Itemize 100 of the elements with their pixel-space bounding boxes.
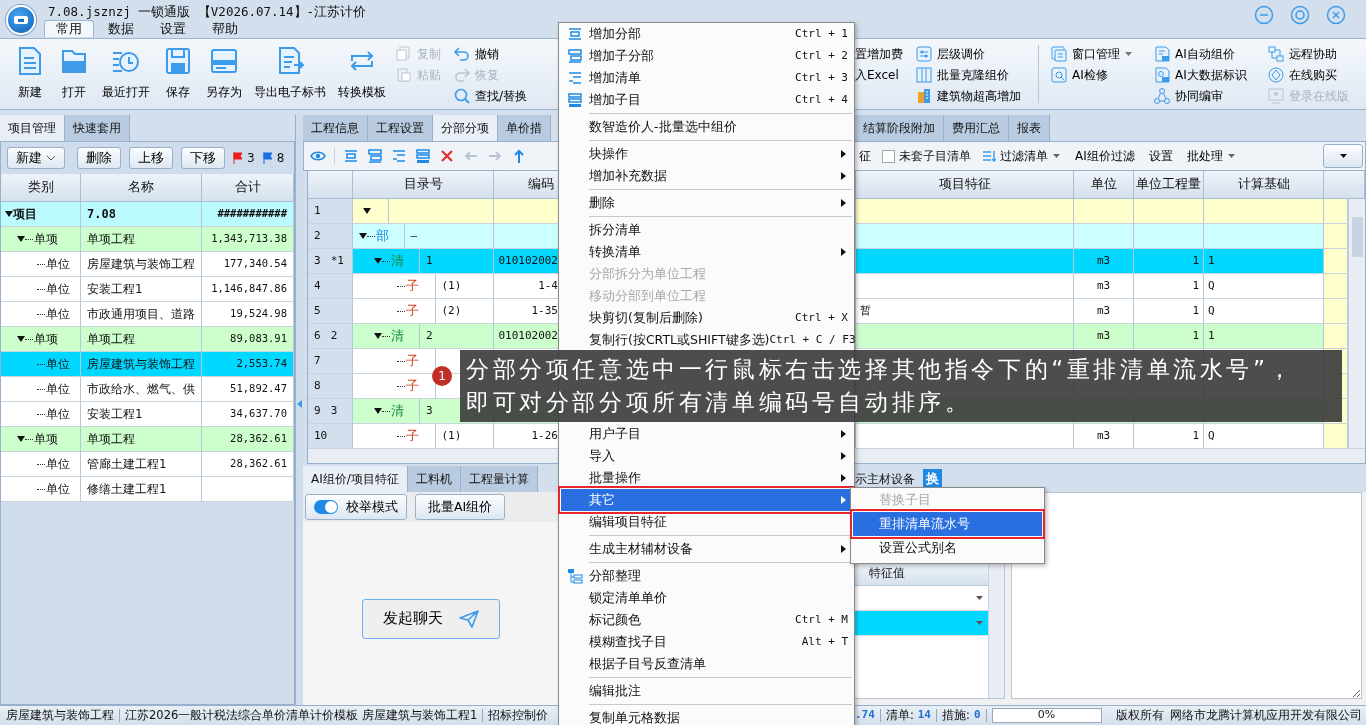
row-number: 9	[314, 402, 321, 419]
table-cell: 修缮土建工程1	[81, 477, 202, 502]
row-type-label: 子	[406, 351, 419, 370]
row-number: 8	[314, 377, 321, 394]
category-text: 单位	[46, 481, 70, 498]
table-cell: Q	[1204, 299, 1324, 324]
table-cell: 1,343,713.38	[202, 227, 294, 252]
column-header: 单位	[1074, 171, 1134, 199]
window-title: 7.08.jsznzj 一锁通版 【V2026.07.14】-江苏计价	[47, 3, 367, 20]
row-type-label: 子	[406, 276, 419, 295]
table-cell: 177,340.54	[202, 252, 294, 277]
row-sequence: *1	[330, 252, 344, 269]
table-cell: (2)	[435, 299, 494, 324]
column-header: 单位工程量	[1134, 171, 1204, 199]
table-cell: m3	[1074, 299, 1134, 324]
column-header: 编码	[494, 171, 559, 199]
row-number: 1	[314, 202, 321, 219]
table-cell: 1,146,847.86	[202, 277, 294, 302]
shortcut-text: Ctrl + 1	[795, 25, 849, 42]
table-cell: m3	[1074, 324, 1134, 349]
table-cell: 51,892.47	[202, 377, 294, 402]
table-cell: 房屋建筑与装饰工程	[81, 252, 202, 277]
category-text: 单位	[46, 456, 70, 473]
category-text: 单位	[46, 406, 70, 423]
category-text: 单位	[46, 306, 70, 323]
table-cell: 34,637.70	[202, 402, 294, 427]
table-cell: 市政给水、燃气、供	[81, 377, 202, 402]
table-cell: 1	[1134, 249, 1204, 274]
table-cell: 单项工程	[81, 427, 202, 452]
column-header: 目录号	[353, 171, 494, 199]
category-text: 单位	[46, 256, 70, 273]
table-cell: (1)	[435, 274, 494, 299]
shortcut-text: Ctrl + M	[795, 611, 849, 628]
table-cell: 单项工程	[81, 227, 202, 252]
table-cell: 1	[1204, 249, 1324, 274]
row-type-label: 子	[406, 301, 419, 320]
row-sequence: 3	[330, 402, 338, 419]
column-header: 合计	[202, 174, 294, 202]
table-cell: 房屋建筑与装饰工程	[81, 352, 202, 377]
category-text: 单项	[34, 231, 58, 248]
table-cell: 1	[1134, 274, 1204, 299]
row-type-label: 清	[391, 326, 404, 345]
status-count: 14	[917, 707, 931, 724]
row-number: 6	[314, 327, 321, 344]
table-cell: m3	[1074, 274, 1134, 299]
table-cell: 安装工程1	[81, 277, 202, 302]
row-sequence: 2	[330, 327, 338, 344]
table-cell: 7.08	[81, 202, 202, 227]
category-text: 单位	[46, 281, 70, 298]
category-text: 单位	[46, 356, 70, 373]
column-header: 计算基础	[1204, 171, 1324, 199]
category-text: 项目	[13, 206, 37, 223]
flag-count: 8	[276, 150, 285, 167]
status-count: 0	[973, 707, 981, 724]
table-cell: Q	[1204, 274, 1324, 299]
table-cell: —	[404, 224, 494, 249]
status-label: 措施:	[942, 706, 970, 724]
row-type-label: 部	[376, 226, 389, 245]
shortcut-text: Ctrl + C / F3	[769, 331, 857, 348]
row-type-label: 清	[391, 251, 404, 270]
table-cell: ###########	[202, 202, 294, 227]
table-cell: 010102002	[494, 249, 559, 274]
table-cell: 安装工程1	[81, 402, 202, 427]
table-cell: 28,362.61	[202, 452, 294, 477]
table-cell: 市政通用项目、道路	[81, 302, 202, 327]
row-type-label: 子	[406, 426, 419, 445]
table-cell: 1	[1134, 299, 1204, 324]
row-number: 2	[314, 227, 321, 244]
status-label: 清单:	[885, 706, 914, 724]
row-type-label: 子	[406, 376, 419, 395]
row-number: 3	[314, 252, 321, 269]
status-amount: .74	[855, 707, 875, 724]
table-cell: 1	[420, 249, 494, 274]
row-number: 10	[314, 427, 328, 444]
column-header: 名称	[81, 174, 202, 202]
status-text: 版权所有	[1115, 706, 1164, 724]
table-cell: 28,362.61	[202, 427, 294, 452]
progress-text: 0%	[1037, 707, 1056, 724]
category-text: 单项	[34, 331, 58, 348]
shortcut-text: Ctrl + 3	[795, 69, 849, 86]
checkbox-label: 未套子目清单	[899, 148, 971, 165]
category-text: 单位	[46, 381, 70, 398]
shortcut-text: Alt + T	[801, 633, 849, 650]
table-cell: 89,083.91	[202, 327, 294, 352]
table-cell: 暂	[856, 299, 1074, 324]
column-header: 项目特征	[856, 171, 1074, 199]
table-cell: 单项工程	[81, 327, 202, 352]
table-cell: 2,553.74	[202, 352, 294, 377]
status-text: 江苏2026一般计税法综合单价清单计价模板 房屋建筑与装饰工程1	[125, 706, 478, 724]
table-cell: 1	[1204, 324, 1324, 349]
shortcut-text: Ctrl + X	[795, 309, 849, 326]
row-number: 5	[314, 302, 321, 319]
table-cell: 管廊土建工程1	[81, 452, 202, 477]
shortcut-text: Ctrl + 4	[795, 91, 849, 108]
flag-count: 3	[247, 150, 255, 167]
table-cell: 2	[420, 324, 494, 349]
table-cell: m3	[1074, 249, 1134, 274]
row-type-label: 清	[391, 401, 404, 420]
row-number: 4	[314, 277, 321, 294]
column-header: 特征值	[855, 564, 988, 586]
